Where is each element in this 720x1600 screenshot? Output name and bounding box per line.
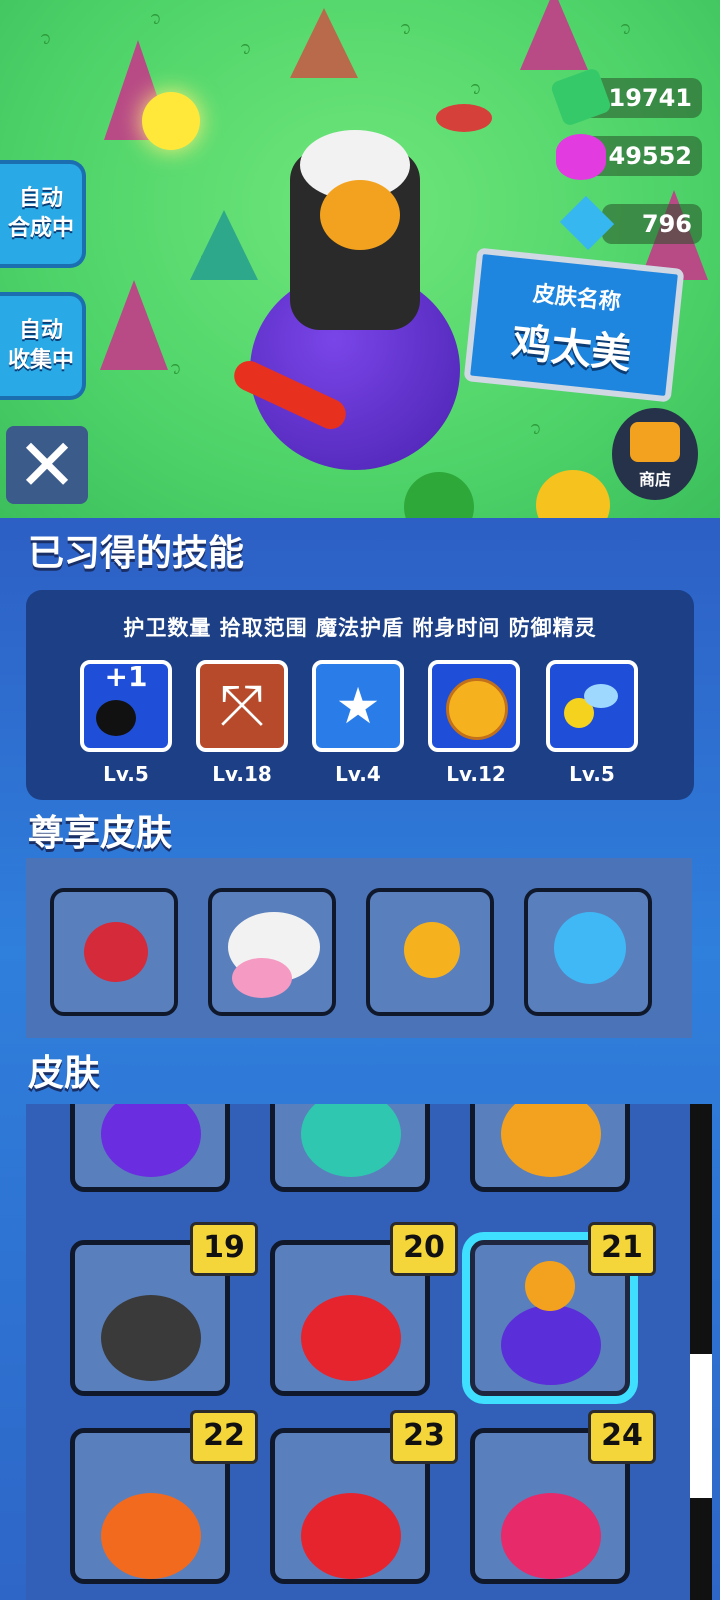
teal-tree (190, 210, 258, 280)
grass-decoration: ᭡ (530, 418, 542, 439)
premium-skin-dragon[interactable] (50, 888, 178, 1016)
skins-grid: 19 20 21 22 23 24 (26, 1104, 694, 1600)
skins-title: 皮肤 (28, 1053, 101, 1094)
bomb-sword-icon (96, 700, 136, 736)
skin-item-teal-witch[interactable] (270, 1104, 430, 1192)
drone-icon (404, 922, 460, 978)
skill-magic-shield[interactable]: ★ (312, 660, 404, 752)
gem-icon (556, 134, 606, 180)
skin-blob-icon (501, 1305, 601, 1385)
skill-defense-spirit[interactable] (546, 660, 638, 752)
grass-decoration: ᭡ (470, 78, 482, 99)
expand-arrows-icon: ⤧ (219, 673, 265, 738)
skin-number-badge: 23 (390, 1410, 458, 1464)
skin-blob-icon (101, 1104, 201, 1177)
grass-decoration: ᭡ (170, 358, 182, 379)
skin-name-sign: 皮肤名称 鸡太美 (463, 247, 685, 403)
player-character (229, 120, 480, 500)
shield-star-icon: ★ (335, 677, 381, 735)
grass-decoration: ᭡ (400, 18, 412, 39)
skins-scrollbar[interactable] (690, 1104, 712, 1600)
skin-blob-icon (301, 1104, 401, 1177)
premium-skin-cow[interactable] (208, 888, 336, 1016)
pink-tree (100, 280, 168, 370)
skin-blob-icon (101, 1295, 201, 1381)
grass-decoration: ᭡ (620, 18, 632, 39)
skins-scrollbar-thumb[interactable] (690, 1354, 712, 1498)
premium-skin-octopus[interactable] (524, 888, 652, 1016)
skin-number-badge: 19 (190, 1222, 258, 1276)
skin-item-purple-pumpkin[interactable] (70, 1104, 230, 1192)
skill-level: Lv.12 (446, 762, 506, 786)
skill-names: 护卫数量 拾取范围 魔法护盾 附身时间 防御精灵 (123, 616, 597, 640)
chicken-head (525, 1261, 575, 1311)
octopus-icon (554, 912, 626, 984)
close-icon: ✕ (16, 423, 78, 507)
cow-nose (232, 958, 292, 998)
skin-blob-icon (101, 1493, 201, 1579)
grass-decoration: ᭡ (150, 8, 162, 29)
pink-tree (520, 0, 588, 70)
auto-merge-button[interactable]: 自动 合成中 (0, 160, 86, 268)
premium-skin-drone[interactable] (366, 888, 494, 1016)
game-scene: ᭡ ᭡ ᭡ ᭡ ᭡ ᭡ ᭡ ᭡ ᭡ 19741 49552 796 自动 合成中… (0, 0, 720, 518)
shop-button[interactable]: 商店 (612, 408, 698, 500)
premium-skins-title: 尊享皮肤 (28, 813, 173, 854)
skin-blob-icon (501, 1104, 601, 1177)
learned-skills-title: 已习得的技能 (28, 533, 245, 574)
skin-number-badge: 22 (190, 1410, 258, 1464)
auto-collect-button[interactable]: 自动 收集中 (0, 292, 86, 400)
grass-decoration: ᭡ (40, 28, 52, 49)
cash-icon (549, 66, 613, 128)
skill-level: Lv.5 (103, 762, 149, 786)
skin-blob-icon (501, 1493, 601, 1579)
skin-item-orange-witch[interactable] (470, 1104, 630, 1192)
sun-fairy-icon (142, 92, 200, 150)
skin-blob-icon (301, 1295, 401, 1381)
wing-decoration (584, 684, 618, 708)
skill-pickup-range[interactable]: ⤧ (196, 660, 288, 752)
skill-possess-time[interactable] (428, 660, 520, 752)
skill-level: Lv.18 (212, 762, 272, 786)
crystal-counter: 796 (602, 204, 702, 244)
skill-level: Lv.4 (335, 762, 381, 786)
stopwatch-icon (446, 678, 508, 740)
skill-guard-count[interactable]: +1 (80, 660, 172, 752)
yellow-ball-icon (536, 470, 610, 518)
skin-blob-icon (301, 1493, 401, 1579)
treasure-chest-icon (630, 422, 680, 462)
dragon-icon (84, 922, 148, 982)
grass-decoration: ᭡ (240, 38, 252, 59)
brown-tree (290, 8, 358, 78)
close-button[interactable]: ✕ (6, 426, 88, 504)
skill-level: Lv.5 (569, 762, 615, 786)
skin-number-badge: 24 (588, 1410, 656, 1464)
skin-number-badge: 21 (588, 1222, 656, 1276)
skin-number-badge: 20 (390, 1222, 458, 1276)
